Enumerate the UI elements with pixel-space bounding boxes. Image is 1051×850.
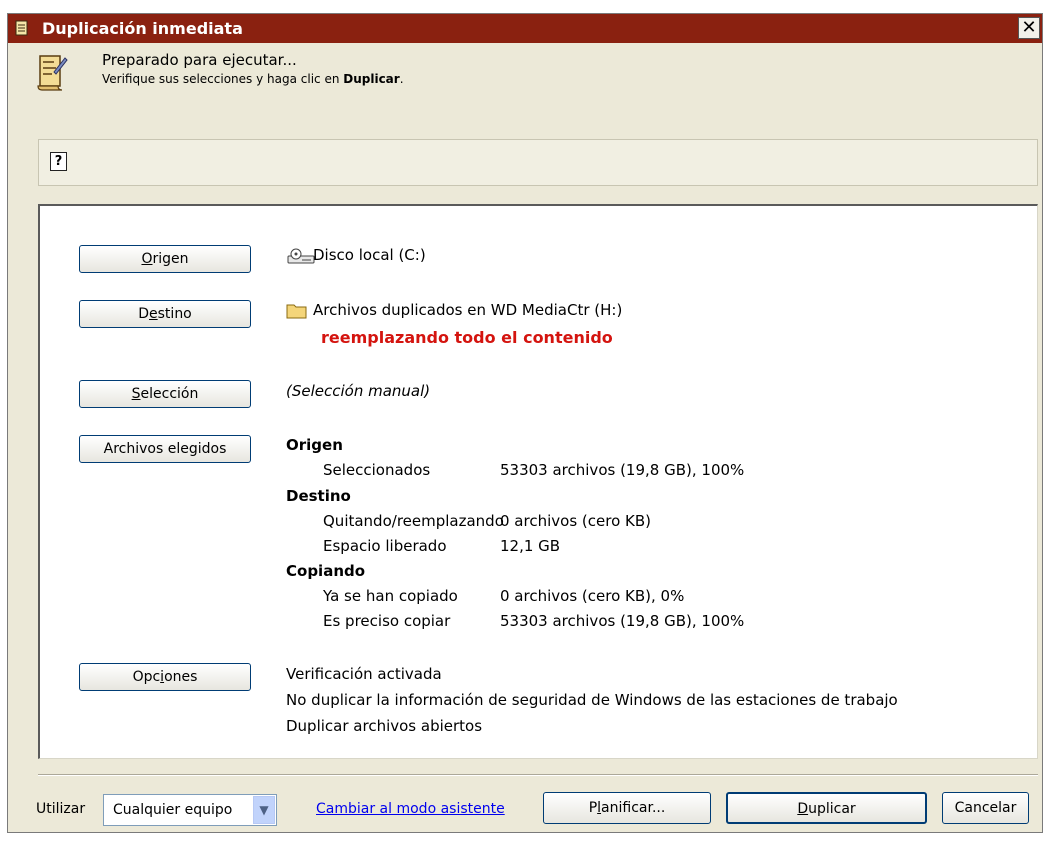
footer-separator [38, 774, 1038, 776]
folder-icon [286, 304, 307, 319]
cancelar-button[interactable]: Cancelar [942, 792, 1029, 824]
summary-panel: Origen Disco local (C:) Destino Archivos… [38, 204, 1038, 759]
preciso-label: Es preciso copiar [323, 612, 451, 630]
help-panel: ? [38, 139, 1038, 186]
espacio-label: Espacio liberado [323, 537, 447, 555]
origen-button[interactable]: Origen [79, 245, 251, 273]
document-icon [15, 20, 28, 36]
seleccionados-label: Seleccionados [323, 461, 431, 479]
duplicar-button[interactable]: Duplicar [726, 792, 927, 824]
script-checklist-icon [37, 55, 68, 91]
window-title: Duplicación inmediata [42, 19, 243, 38]
seleccion-button[interactable]: Selección [79, 380, 251, 408]
drive-icon [287, 248, 315, 264]
status-title: Preparado para ejecutar... [102, 51, 297, 69]
origen-value: Disco local (C:) [313, 246, 426, 264]
origen-heading: Origen [286, 436, 343, 454]
copiado-value: 0 archivos (cero KB), 0% [500, 587, 685, 605]
option-verification: Verificación activada [286, 665, 442, 683]
title-bar[interactable]: Duplicación inmediata ✕ [8, 14, 1042, 43]
seleccion-value: (Selección manual) [286, 382, 431, 400]
chevron-down-icon[interactable]: ▼ [253, 796, 275, 824]
status-subtitle: Verifique sus selecciones y haga clic en… [102, 72, 404, 86]
utilizar-label: Utilizar [36, 801, 86, 817]
duplication-dialog: Duplicación inmediata ✕ Preparado para e… [7, 13, 1043, 833]
archivos-elegidos-button[interactable]: Archivos elegidos [79, 435, 251, 463]
copiando-heading: Copiando [286, 562, 366, 580]
espacio-value: 12,1 GB [500, 537, 561, 555]
quitando-label: Quitando/reemplazando [323, 512, 504, 530]
help-icon[interactable]: ? [50, 152, 67, 171]
preciso-value: 53303 archivos (19,8 GB), 100% [500, 612, 745, 630]
opciones-button[interactable]: Opciones [79, 663, 251, 691]
wizard-mode-link[interactable]: Cambiar al modo asistente [316, 801, 505, 817]
close-button[interactable]: ✕ [1018, 17, 1040, 39]
option-security: No duplicar la información de seguridad … [286, 691, 898, 709]
option-open-files: Duplicar archivos abiertos [286, 717, 483, 735]
seleccionados-value: 53303 archivos (19,8 GB), 100% [500, 461, 745, 479]
destino-warning: reemplazando todo el contenido [321, 328, 613, 347]
destino-heading: Destino [286, 487, 351, 505]
equipo-value: Cualquier equipo [113, 802, 233, 818]
quitando-value: 0 archivos (cero KB) [500, 512, 651, 530]
destino-value: Archivos duplicados en WD MediaCtr (H:) [313, 301, 623, 319]
planificar-button[interactable]: Planificar... [543, 792, 711, 824]
copiado-label: Ya se han copiado [323, 587, 458, 605]
destino-button[interactable]: Destino [79, 300, 251, 328]
equipo-dropdown[interactable]: Cualquier equipo ▼ [103, 794, 277, 826]
